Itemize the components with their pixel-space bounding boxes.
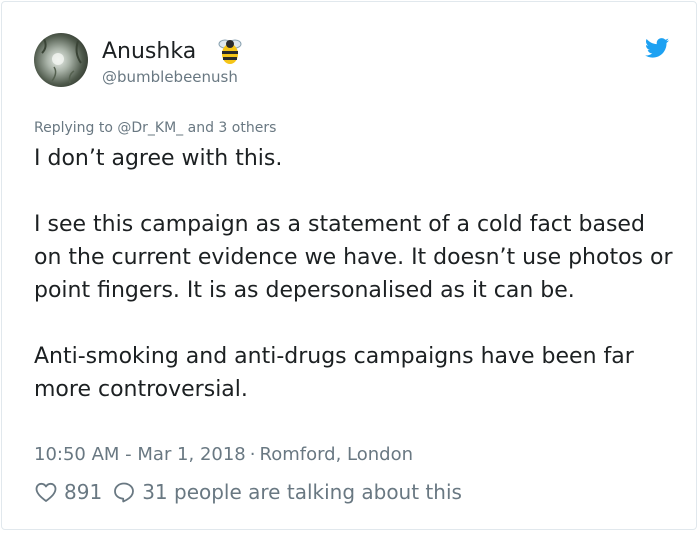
display-name[interactable]: Anushka	[102, 38, 196, 66]
reply-others[interactable]: and 3 others	[183, 120, 277, 136]
replying-to: Replying to @Dr_KM_ and 3 others	[34, 119, 276, 137]
like-count[interactable]: 891	[64, 480, 102, 504]
tweet-card: Anushka @bumblebeenush Replying to @Dr_K…	[1, 1, 697, 530]
reply-mention-link[interactable]: @Dr_KM_	[117, 120, 183, 136]
bee-icon	[218, 39, 242, 64]
location-link[interactable]: Romford, London	[260, 444, 414, 465]
tweet-paragraph: I don’t agree with this.	[34, 146, 283, 171]
avatar[interactable]	[34, 33, 88, 87]
tweet-text: I don’t agree with this. I see this camp…	[34, 142, 674, 406]
comment-icon[interactable]	[112, 480, 136, 504]
avatar-image	[34, 33, 88, 87]
heart-icon[interactable]	[34, 480, 58, 504]
talking-about-link[interactable]: 31 people are talking about this	[142, 480, 462, 504]
tweet-actions: 891 31 people are talking about this	[34, 478, 462, 506]
twitter-bird-icon[interactable]	[645, 37, 669, 59]
reply-prefix: Replying to	[34, 120, 118, 136]
tweet-paragraph: Anti-smoking and anti-drugs campaigns ha…	[34, 344, 634, 402]
tweet-paragraph: I see this campaign as a statement of a …	[34, 212, 673, 303]
tweet-meta: 10:50 AM - Mar 1, 2018 · Romford, London	[34, 443, 413, 467]
timestamp-link[interactable]: 10:50 AM - Mar 1, 2018	[34, 444, 246, 465]
handle[interactable]: @bumblebeenush	[102, 67, 238, 87]
meta-separator: ·	[249, 444, 256, 465]
